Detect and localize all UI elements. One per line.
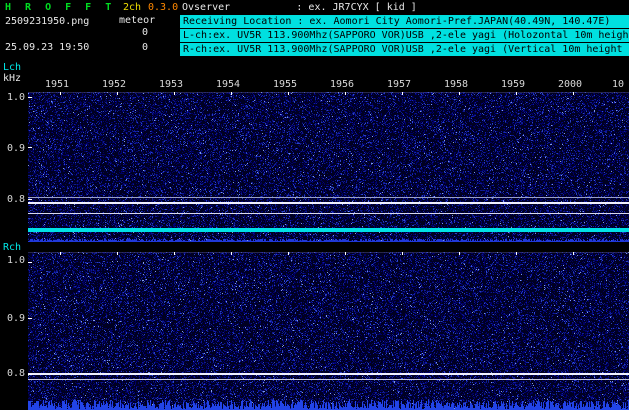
time-tick-label: 1956 bbox=[330, 79, 354, 91]
time-tick-label: 1957 bbox=[387, 79, 411, 91]
channel-mode-label: 2ch bbox=[123, 2, 141, 14]
time-tick-label: 1958 bbox=[444, 79, 468, 91]
freq-tick-label: 0.8 bbox=[7, 368, 25, 380]
rch-receiver-config-line: R-ch:ex. UV5R 113.900Mhz(SAPPORO VOR)USB… bbox=[180, 43, 629, 56]
lch-receiver-config-line: L-ch:ex. UV5R 113.900Mhz(SAPPORO VOR)USB… bbox=[180, 29, 629, 42]
hrofft-output-window: H R O F F T 2ch 0.3.0 2509231950.png met… bbox=[0, 0, 629, 410]
meteor-counter-label: meteor bbox=[119, 15, 155, 27]
time-tick-label: 1955 bbox=[273, 79, 297, 91]
time-tick-label: 2000 bbox=[558, 79, 582, 91]
observation-datetime: 25.09.23 19:50 bbox=[5, 42, 89, 54]
receiving-location-line: Receiving Location : ex. Aomori City Aom… bbox=[180, 15, 629, 28]
version-label: 0.3.0 bbox=[148, 2, 178, 14]
rch-spectrogram bbox=[28, 252, 629, 410]
observer-line: Ovserver : ex. JR7CYX [ kid ] bbox=[182, 2, 417, 14]
time-tick-label: 1954 bbox=[216, 79, 240, 91]
freq-tick-label: 0.9 bbox=[7, 143, 25, 155]
meteor-count-rch: 0 bbox=[100, 42, 148, 54]
time-tick-label: 1951 bbox=[45, 79, 69, 91]
meteor-count-lch: 0 bbox=[100, 27, 148, 39]
time-tick-label: 1952 bbox=[102, 79, 126, 91]
lch-spectrogram bbox=[28, 92, 629, 242]
freq-tick-label: 1.0 bbox=[7, 92, 25, 104]
freq-tick-label: 0.9 bbox=[7, 313, 25, 325]
time-axis: 1951 1952 1953 1954 1955 1956 1957 1958 1959 2000… bbox=[0, 79, 629, 90]
time-tick-label: 1959 bbox=[501, 79, 525, 91]
output-filename: 2509231950.png bbox=[5, 16, 89, 28]
freq-tick-label: 0.8 bbox=[7, 194, 25, 206]
app-title: H R O F F T bbox=[5, 2, 115, 14]
time-tick-label: 10 bbox=[612, 79, 624, 91]
rch-axis-label: Rch bbox=[3, 242, 21, 254]
time-tick-label: 1953 bbox=[159, 79, 183, 91]
freq-tick-label: 1.0 bbox=[7, 255, 25, 267]
